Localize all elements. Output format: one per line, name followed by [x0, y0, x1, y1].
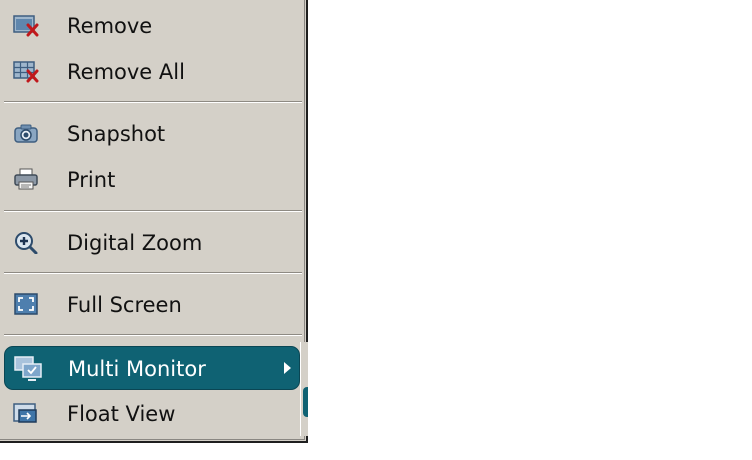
- float-view-icon: [13, 401, 39, 425]
- menu-item-digital-zoom[interactable]: Digital Zoom: [4, 222, 300, 262]
- menu-item-label: Print: [67, 168, 116, 192]
- menu-item-multi-monitor[interactable]: Multi Monitor: [4, 346, 300, 390]
- menu-item-label: Remove All: [67, 60, 185, 84]
- menu-item-label: Float View: [67, 402, 176, 426]
- menu-item-label: Full Screen: [67, 293, 182, 317]
- menu-item-label: Remove: [67, 14, 153, 38]
- remove-icon: [13, 13, 39, 37]
- multi-monitor-icon: [14, 356, 42, 381]
- context-menu: Remove Remove All Snapshot Print Digital…: [0, 0, 308, 443]
- menu-separator: [4, 210, 302, 212]
- menu-item-label: Digital Zoom: [67, 231, 203, 255]
- remove-all-icon: [13, 59, 39, 83]
- printer-icon: [13, 167, 39, 191]
- submenu-arrow-icon: [284, 362, 291, 374]
- full-screen-icon: [13, 292, 39, 316]
- menu-item-remove-all[interactable]: Remove All: [4, 51, 300, 91]
- menu-item-label: Snapshot: [67, 122, 166, 146]
- submenu-highlight-edge: [303, 387, 308, 417]
- menu-item-float-view[interactable]: Float View: [4, 393, 300, 433]
- menu-item-print[interactable]: Print: [4, 159, 300, 199]
- menu-separator: [4, 272, 302, 274]
- menu-item-label: Multi Monitor: [68, 357, 206, 381]
- zoom-in-icon: [13, 230, 39, 254]
- menu-item-remove[interactable]: Remove: [4, 5, 300, 45]
- camera-icon: [13, 121, 39, 145]
- menu-separator: [4, 334, 302, 336]
- menu-separator: [4, 101, 302, 103]
- menu-item-full-screen[interactable]: Full Screen: [4, 284, 300, 324]
- menu-item-snapshot[interactable]: Snapshot: [4, 113, 300, 153]
